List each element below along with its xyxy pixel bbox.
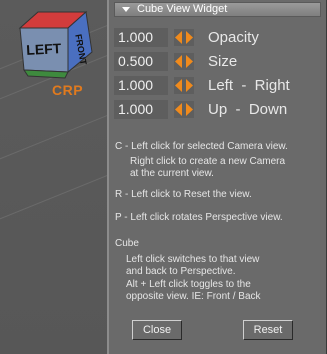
window-title: Cube View Widget xyxy=(137,3,228,15)
up-down-field[interactable]: 1.000 xyxy=(114,100,168,119)
help-line: Alt + Left click toggles to the xyxy=(126,278,251,290)
help-heading: Cube xyxy=(115,238,139,249)
cube-view-widget-panel: Cube View Widget 1.000 Opacity 0.500 Siz… xyxy=(107,0,327,354)
help-line: and back to Perspective. xyxy=(126,266,236,277)
grid-line xyxy=(0,152,107,229)
opacity-label: Opacity xyxy=(208,29,259,46)
opacity-field[interactable]: 1.000 xyxy=(114,28,168,47)
left-right-arrows-icon[interactable] xyxy=(174,29,194,46)
left-right-arrows-icon[interactable] xyxy=(174,101,194,118)
camera-help-text: C - Left click for selected Camera view.… xyxy=(115,141,288,181)
help-line: opposite view. IE: Front / Back xyxy=(126,291,261,302)
size-field[interactable]: 0.500 xyxy=(114,52,168,71)
cube-help-text: Cube Left click switches to that view an… xyxy=(115,238,261,304)
help-line: Left click switches to that view xyxy=(126,253,260,265)
help-line: C - Left click for selected Camera view. xyxy=(115,141,288,152)
title-bar[interactable]: Cube View Widget xyxy=(114,2,321,17)
viewport: LEFT FRONT CRP xyxy=(0,0,107,354)
left-right-arrows-icon[interactable] xyxy=(174,77,194,94)
help-line: at the current view. xyxy=(130,168,214,179)
cube-left-label: LEFT xyxy=(26,40,62,58)
reset-button[interactable]: Reset xyxy=(243,320,293,340)
left-right-field[interactable]: 1.000 xyxy=(114,76,168,95)
up-down-label: Up - Down xyxy=(208,101,288,118)
crp-label[interactable]: CRP xyxy=(52,82,83,98)
perspective-help-text: P - Left click rotates Perspective view. xyxy=(115,212,283,223)
collapse-arrow-icon[interactable] xyxy=(122,7,130,12)
grid-line xyxy=(0,92,107,169)
close-button[interactable]: Close xyxy=(132,320,182,340)
left-right-arrows-icon[interactable] xyxy=(174,53,194,70)
left-right-label: Left - Right xyxy=(208,77,290,94)
cube-bottom-face xyxy=(23,69,69,79)
reset-help-text: R - Left click to Reset the view. xyxy=(115,189,252,200)
help-line: Right click to create a new Camera xyxy=(130,155,286,167)
size-label: Size xyxy=(208,53,238,70)
